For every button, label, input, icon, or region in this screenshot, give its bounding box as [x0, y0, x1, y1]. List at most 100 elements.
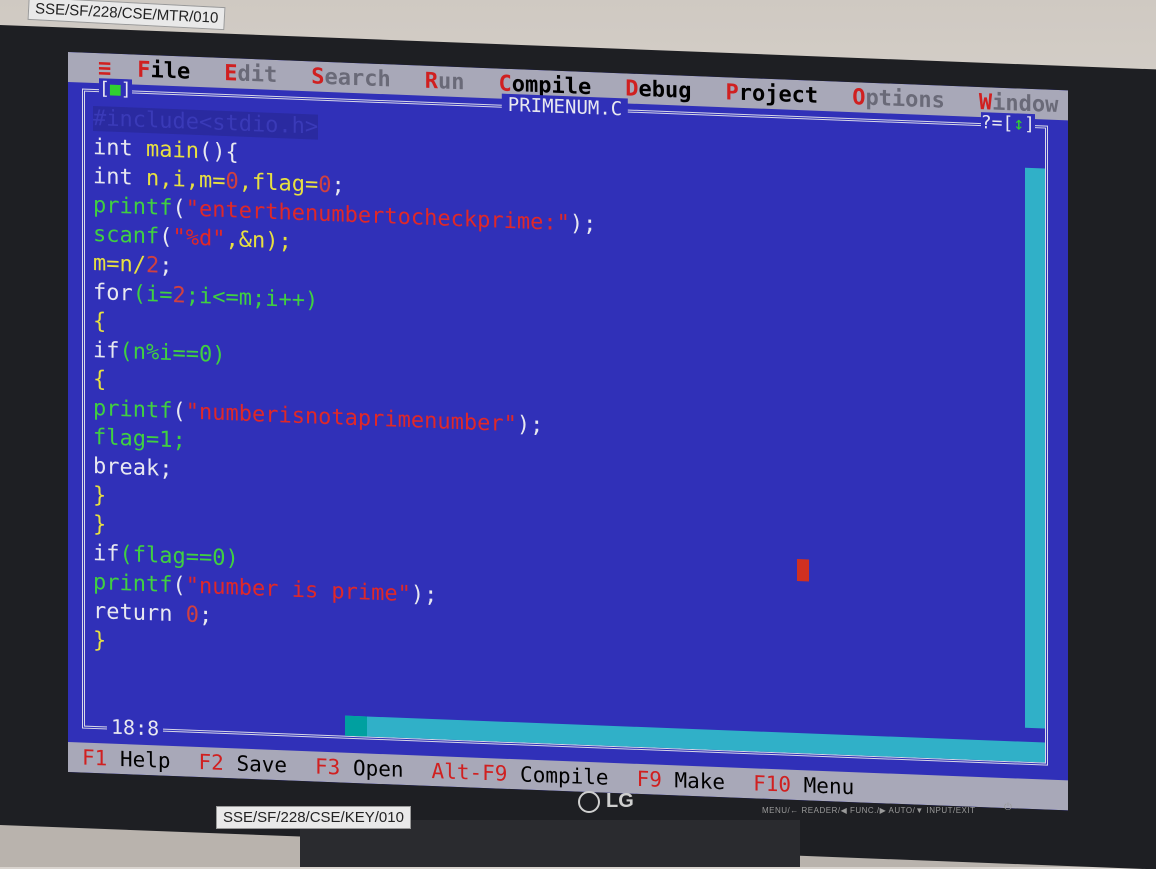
code-token: return [93, 598, 186, 628]
code-token: 0 [225, 169, 239, 195]
code-token: if [93, 540, 120, 567]
code-token: 2 [145, 252, 160, 279]
code-token: printf [93, 192, 173, 222]
code-token: { [93, 366, 107, 393]
zoom-icon: ↕ [1013, 113, 1025, 135]
zoom-box[interactable]: ?=[↕] [980, 112, 1035, 136]
power-icon[interactable]: ⏻ [1004, 802, 1012, 813]
code-token: flag=1; [93, 424, 186, 454]
code-token: "%d" [172, 225, 226, 253]
code-token: break; [93, 453, 173, 483]
code-token: (){ [198, 139, 239, 166]
code-token: ); [569, 211, 597, 238]
menu-hotkey: P [725, 79, 739, 106]
menu-item-run[interactable]: Run [425, 68, 465, 95]
osd-button-labels: MENU/← READER/◀ FUNC./▶ AUTO/▼ INPUT/EXI… [762, 806, 976, 815]
code-token: n,i,m= [145, 165, 226, 195]
code-token: ); [410, 582, 438, 609]
close-box[interactable]: [■] [99, 78, 132, 101]
menu-label: un [437, 68, 465, 95]
status-label: Make [661, 767, 726, 795]
status-save[interactable]: F2 Save [199, 750, 288, 777]
status-open[interactable]: F3 Open [315, 754, 404, 781]
menu-label: ile [150, 57, 191, 85]
status-label: Save [223, 750, 288, 778]
brand-name: LG [606, 790, 634, 812]
status-label: Menu [791, 772, 855, 800]
status-help[interactable]: F1 Help [82, 746, 171, 773]
status-label: Help [107, 746, 171, 773]
menu-hotkey: E [224, 60, 238, 87]
status-make[interactable]: F9 Make [637, 767, 726, 794]
zoom-box-open: ?=[ [980, 112, 1014, 135]
vertical-scrollbar[interactable] [1025, 167, 1045, 729]
code-token: (flag==0) [119, 541, 239, 572]
code-token: 2 [172, 283, 186, 309]
code-token: ( [172, 573, 186, 599]
code-token: { [93, 308, 107, 335]
menu-label: roject [738, 80, 819, 109]
menu-item-project[interactable]: Project [725, 80, 818, 109]
menu-label: earch [324, 64, 391, 92]
zoom-box-end: ] [1024, 113, 1035, 136]
menu-hotkey: R [424, 68, 438, 94]
status-menu[interactable]: F10 Menu [753, 771, 854, 799]
text-cursor [797, 559, 809, 582]
code-token: } [93, 627, 107, 654]
code-token: m=n/ [93, 250, 146, 278]
close-box-open: [ [99, 78, 110, 100]
horizontal-scrollbar[interactable] [345, 715, 1045, 763]
code-token: ( [172, 196, 186, 222]
code-token: ( [172, 399, 186, 425]
menu-item-search[interactable]: Search [311, 64, 390, 92]
lg-logo-icon [578, 790, 600, 813]
status-label: Open [340, 755, 404, 782]
code-token: printf [93, 569, 173, 599]
asset-label-bottom: SSE/SF/228/CSE/KEY/010 [216, 806, 411, 829]
menu-hotkey: C [498, 71, 512, 97]
code-token: ); [516, 412, 544, 439]
code-token: (i= [132, 281, 173, 309]
status-key: F9 [636, 766, 662, 792]
code-token: scanf [93, 221, 160, 250]
code-token: } [93, 511, 107, 538]
code-token: 0 [318, 172, 332, 199]
code-token: ( [159, 224, 173, 251]
brand-logo: LG [578, 790, 634, 813]
code-token: } [93, 482, 107, 509]
menu-item-options[interactable]: Options [852, 85, 945, 114]
menu-item-debug[interactable]: Debug [625, 76, 691, 104]
close-icon: ■ [109, 78, 121, 101]
menu-label: ptions [865, 85, 945, 114]
menu-hotkey: F [137, 57, 151, 83]
code-token: if [93, 337, 120, 364]
file-title: PRIMENUM.C [501, 93, 629, 121]
menu-item-edit[interactable]: Edit [224, 61, 277, 88]
code-token: ; [159, 253, 173, 280]
menu-label: dit [237, 61, 278, 88]
status-key: Alt-F9 [431, 758, 508, 786]
horizontal-scroll-thumb[interactable] [345, 715, 367, 737]
status-key: F3 [315, 754, 341, 780]
menu-hotkey: S [311, 63, 325, 90]
editor-window: [■] PRIMENUM.C ?=[↕] #include<stdio.h> in… [82, 78, 1048, 766]
code-token: (n%i==0) [119, 338, 226, 369]
menu-item-file[interactable]: File [137, 57, 190, 84]
menu-hotkey: O [852, 84, 866, 111]
code-area[interactable]: #include<stdio.h> int main(){int n,i,m=0,… [93, 104, 596, 674]
cursor-position: 18:8 [107, 714, 164, 741]
code-token: main [145, 136, 199, 165]
code-token: for [93, 279, 133, 307]
turbo-c-screen: ≡ File Edit Search Run Compile Debug Project Op… [68, 52, 1068, 811]
code-token: int [93, 134, 146, 162]
status-key: F1 [82, 745, 108, 771]
menu-label: ebug [638, 76, 692, 104]
code-token: ,flag= [238, 169, 319, 198]
code-token: ;i<=m;i++) [185, 283, 319, 314]
status-label: Compile [507, 761, 609, 790]
code-token: ; [331, 173, 345, 199]
code-token: printf [93, 395, 173, 425]
status-key: F10 [753, 771, 792, 797]
code-token: int [93, 163, 146, 191]
status-compile[interactable]: Alt-F9 Compile [432, 759, 609, 790]
